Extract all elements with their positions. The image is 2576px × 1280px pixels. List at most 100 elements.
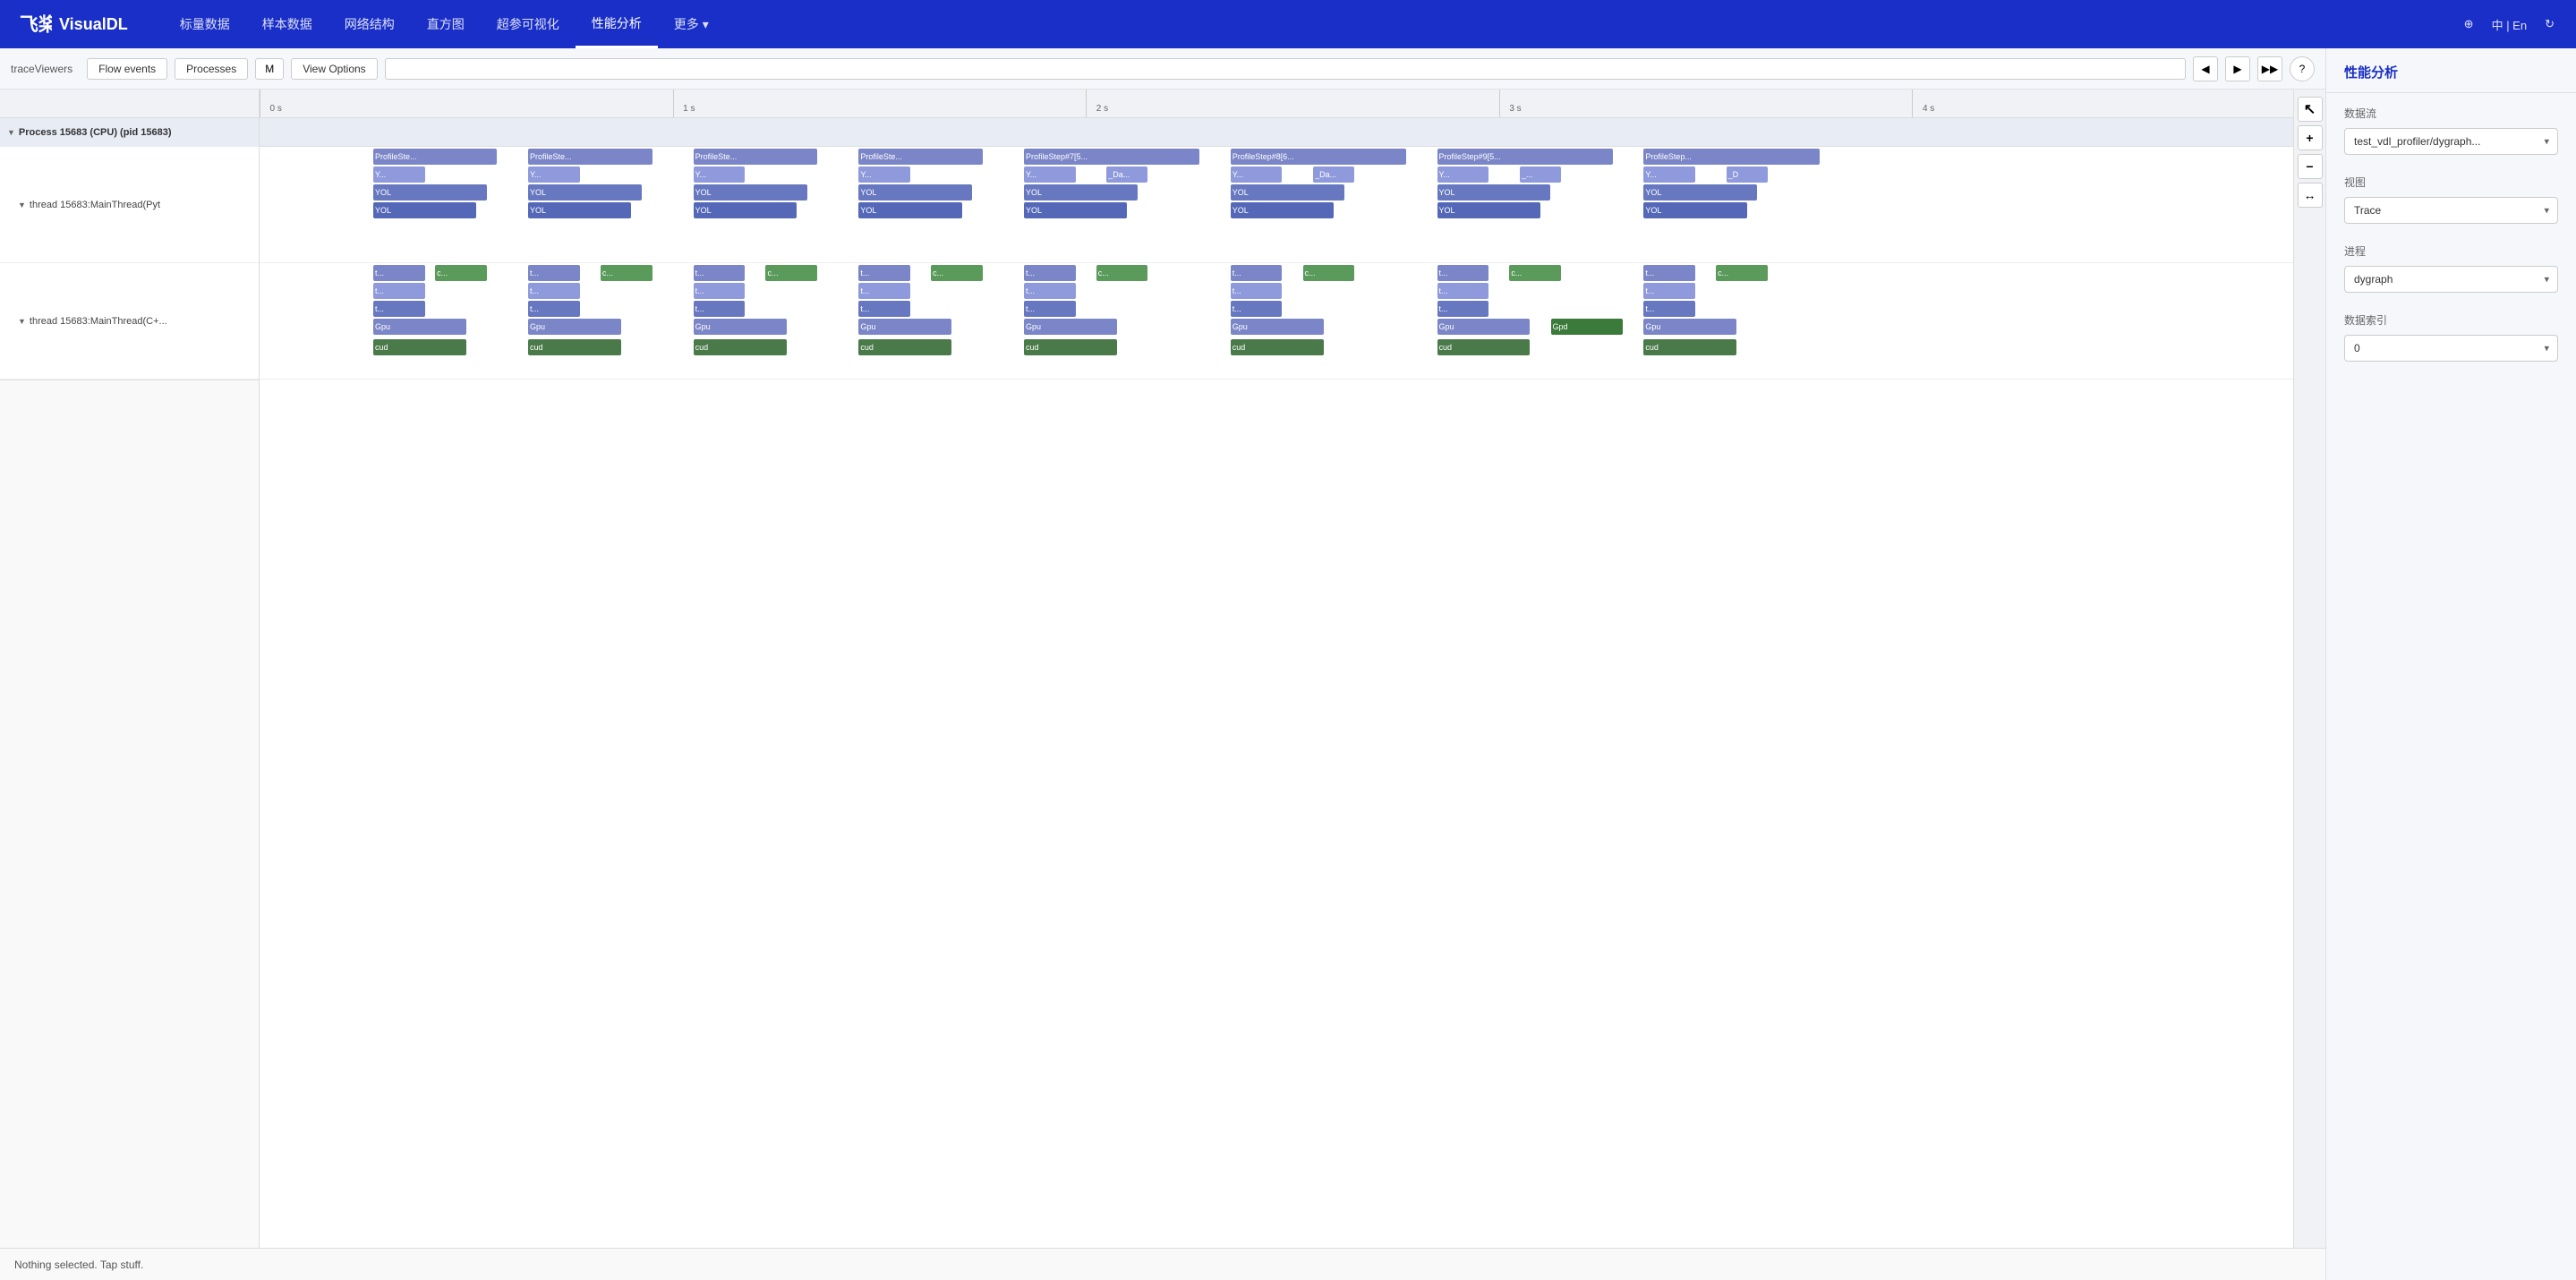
trace-block[interactable]: c... <box>1716 265 1768 281</box>
trace-block[interactable]: cud <box>1437 339 1531 355</box>
trace-block[interactable]: t... <box>1024 283 1076 299</box>
trace-block[interactable]: cud <box>373 339 466 355</box>
index-select[interactable]: 0 <box>2344 335 2558 362</box>
trace-block[interactable]: t... <box>1437 283 1489 299</box>
trace-block[interactable]: t... <box>373 283 425 299</box>
trace-block[interactable]: _... <box>1520 166 1561 183</box>
zoom-out-button[interactable]: − <box>2298 154 2323 179</box>
trace-block[interactable]: t... <box>858 301 910 317</box>
trace-block[interactable]: Gpu <box>528 319 621 335</box>
trace-block[interactable]: YOL <box>1024 202 1127 218</box>
trace-block[interactable]: _D <box>1727 166 1768 183</box>
trace-block[interactable]: Y... <box>1024 166 1076 183</box>
process-label[interactable]: ▼ Process 15683 (CPU) (pid 15683) ✕ <box>0 118 259 147</box>
trace-block[interactable]: Y... <box>694 166 746 183</box>
trace-block[interactable]: cud <box>1643 339 1736 355</box>
trace-block[interactable]: Gpu <box>1437 319 1531 335</box>
thread-label-cpp[interactable]: ▼ thread 15683:MainThread(C+... <box>0 263 259 380</box>
nav-hparam[interactable]: 超参可视化 <box>481 0 576 48</box>
app-logo[interactable]: 飞桨 VisualDL <box>18 7 128 41</box>
trace-block[interactable]: c... <box>1509 265 1561 281</box>
trace-block[interactable]: cud <box>528 339 621 355</box>
trace-block[interactable]: Y... <box>373 166 425 183</box>
help-button[interactable]: ? <box>2290 56 2315 81</box>
dataflow-select[interactable]: test_vdl_profiler/dygraph... <box>2344 128 2558 155</box>
skip-button[interactable]: ▶▶ <box>2257 56 2282 81</box>
trace-block[interactable]: t... <box>1024 301 1076 317</box>
trace-block[interactable]: t... <box>1643 283 1695 299</box>
trace-block[interactable]: cud <box>1024 339 1117 355</box>
trace-block[interactable]: YOL <box>1024 184 1138 201</box>
trace-block[interactable]: YOL <box>373 184 487 201</box>
trace-block[interactable]: YOL <box>1643 184 1757 201</box>
cursor-tool-button[interactable]: ↖ <box>2298 97 2323 122</box>
trace-block[interactable]: YOL <box>1231 202 1334 218</box>
trace-block[interactable]: ProfileSte... <box>858 149 982 165</box>
trace-block[interactable]: Y... <box>1437 166 1489 183</box>
trace-block[interactable]: cud <box>858 339 951 355</box>
trace-block[interactable]: t... <box>373 301 425 317</box>
trace-block[interactable]: t... <box>373 265 425 281</box>
nav-profiler[interactable]: 性能分析 <box>576 0 658 48</box>
trace-block[interactable]: YOL <box>694 202 797 218</box>
trace-block[interactable]: t... <box>858 265 910 281</box>
trace-block[interactable]: t... <box>1231 265 1283 281</box>
zoom-in-button[interactable]: + <box>2298 125 2323 150</box>
trace-block[interactable]: Gpd <box>1551 319 1624 335</box>
trace-block[interactable]: c... <box>601 265 653 281</box>
trace-block[interactable]: t... <box>1024 265 1076 281</box>
trace-block[interactable]: Gpu <box>1231 319 1324 335</box>
trace-block[interactable]: c... <box>765 265 817 281</box>
trace-block[interactable]: Y... <box>1643 166 1695 183</box>
trace-block[interactable]: c... <box>1303 265 1355 281</box>
trace-block[interactable]: Y... <box>528 166 580 183</box>
processes-button[interactable]: Processes <box>175 58 248 80</box>
trace-block[interactable]: Gpu <box>858 319 951 335</box>
trace-block[interactable]: Y... <box>858 166 910 183</box>
view-select[interactable]: Trace <box>2344 197 2558 224</box>
trace-block[interactable]: ProfileSte... <box>373 149 497 165</box>
trace-block[interactable]: cud <box>1231 339 1324 355</box>
trace-block[interactable]: Gpu <box>694 319 787 335</box>
trace-block[interactable]: t... <box>858 283 910 299</box>
trace-block[interactable]: t... <box>1231 283 1283 299</box>
trace-block[interactable]: YOL <box>858 184 972 201</box>
trace-block[interactable]: Gpu <box>1643 319 1736 335</box>
thread-label-pyt[interactable]: ▼ thread 15683:MainThread(Pyt <box>0 147 259 263</box>
next-button[interactable]: ▶ <box>2225 56 2250 81</box>
trace-block[interactable]: ProfileStep#7[5... <box>1024 149 1199 165</box>
trace-block[interactable]: cud <box>694 339 787 355</box>
trace-block[interactable]: t... <box>694 301 746 317</box>
trace-block[interactable]: YOL <box>1643 202 1746 218</box>
trace-block[interactable]: YOL <box>528 202 631 218</box>
prev-button[interactable]: ◀ <box>2193 56 2218 81</box>
trace-block[interactable]: t... <box>528 301 580 317</box>
trace-block[interactable]: _Da... <box>1313 166 1354 183</box>
trace-block[interactable]: c... <box>1096 265 1148 281</box>
trace-block[interactable]: c... <box>931 265 983 281</box>
nav-histogram[interactable]: 直方图 <box>411 0 481 48</box>
trace-block[interactable]: t... <box>694 265 746 281</box>
nav-scalar[interactable]: 标量数据 <box>164 0 246 48</box>
trace-block[interactable]: YOL <box>1437 184 1551 201</box>
trace-block[interactable]: t... <box>694 283 746 299</box>
process-select[interactable]: dygraph <box>2344 266 2558 293</box>
refresh-icon[interactable]: ↻ <box>2541 13 2558 35</box>
nav-sample[interactable]: 样本数据 <box>246 0 328 48</box>
flow-events-button[interactable]: Flow events <box>87 58 167 80</box>
trace-block[interactable]: Y... <box>1231 166 1283 183</box>
nav-network[interactable]: 网络结构 <box>328 0 411 48</box>
fit-button[interactable]: ↔ <box>2298 183 2323 208</box>
trace-block[interactable]: ProfileSte... <box>528 149 652 165</box>
trace-block[interactable]: YOL <box>1437 202 1540 218</box>
search-input[interactable] <box>385 58 2186 80</box>
language-switch[interactable]: 中 | En <box>2488 13 2531 37</box>
trace-block[interactable]: _Da... <box>1106 166 1147 183</box>
m-button[interactable]: M <box>255 58 284 80</box>
trace-block[interactable]: YOL <box>858 202 961 218</box>
trace-block[interactable]: t... <box>528 283 580 299</box>
trace-block[interactable]: YOL <box>1231 184 1344 201</box>
trace-block[interactable]: ProfileStep#8[6... <box>1231 149 1406 165</box>
trace-block[interactable]: t... <box>1437 265 1489 281</box>
trace-block[interactable]: c... <box>435 265 487 281</box>
